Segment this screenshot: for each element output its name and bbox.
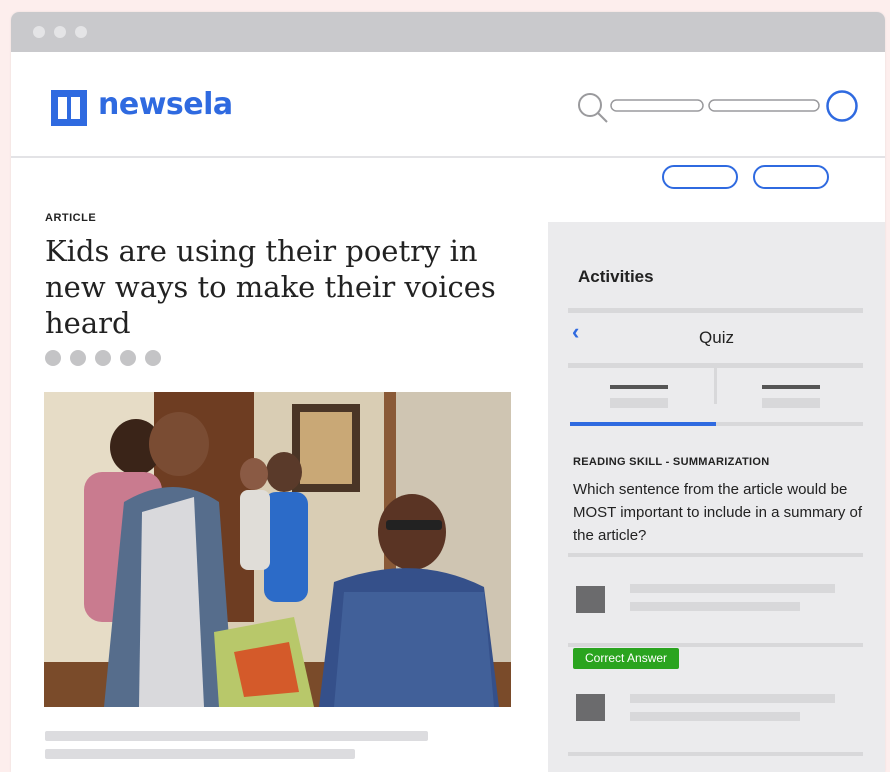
article-text-line: [45, 731, 428, 741]
quiz-title: Quiz: [699, 328, 734, 347]
tab-label-placeholder: [610, 385, 668, 389]
correct-answer-badge: Correct Answer: [573, 648, 680, 669]
rating-dots: [45, 350, 170, 371]
brand-name[interactable]: newsela: [98, 87, 233, 122]
action-button-2[interactable]: [753, 165, 829, 189]
reading-skill-label: READING SKILL - SUMMARIZATION: [573, 456, 770, 468]
tab-label-placeholder: [762, 398, 820, 408]
rating-dot[interactable]: [45, 350, 61, 366]
panel-divider: [568, 553, 863, 557]
rating-dot[interactable]: [145, 350, 161, 366]
avatar-icon[interactable]: [826, 90, 858, 122]
nav-placeholder-2[interactable]: [708, 99, 820, 112]
answer-option-text[interactable]: [630, 602, 800, 611]
answer-option-text[interactable]: [630, 712, 800, 721]
activities-title: Activities: [578, 267, 654, 286]
panel-divider: [568, 643, 863, 647]
tab-divider: [714, 367, 717, 404]
rating-dot[interactable]: [120, 350, 136, 366]
rating-dot[interactable]: [70, 350, 86, 366]
browser-window: newsela ARTICLE Kids are using their poe…: [11, 12, 885, 772]
window-dot[interactable]: [75, 26, 87, 38]
browser-titlebar: [11, 12, 885, 52]
answer-option-text[interactable]: [630, 694, 835, 703]
newsela-logo-icon[interactable]: [51, 90, 87, 126]
search-icon[interactable]: [578, 93, 608, 123]
tab-label-placeholder: [762, 385, 820, 389]
article-photo: [44, 392, 511, 707]
site-header: newsela: [11, 52, 885, 158]
tab-quiz-inactive[interactable]: [716, 422, 863, 426]
rating-dot[interactable]: [95, 350, 111, 366]
article-text-line: [45, 749, 355, 759]
panel-divider: [568, 308, 863, 313]
tab-label-placeholder: [610, 398, 668, 408]
panel-divider: [568, 752, 863, 756]
window-dot[interactable]: [54, 26, 66, 38]
window-dot[interactable]: [33, 26, 45, 38]
header-nav: [578, 90, 858, 123]
tab-quiz-active[interactable]: [570, 422, 716, 426]
answer-option-marker[interactable]: [576, 694, 605, 721]
answer-option-text[interactable]: [630, 584, 835, 593]
action-button-1[interactable]: [662, 165, 738, 189]
quiz-question: Which sentence from the article would be…: [573, 481, 862, 544]
answer-option-marker[interactable]: [576, 586, 605, 613]
article-kicker: ARTICLE: [45, 212, 97, 224]
activities-panel: Activities ‹ Quiz READING SKILL - SUMMAR…: [548, 222, 885, 772]
nav-placeholder-1[interactable]: [610, 99, 704, 112]
article-title: Kids are using their poetry in new ways …: [45, 234, 496, 340]
